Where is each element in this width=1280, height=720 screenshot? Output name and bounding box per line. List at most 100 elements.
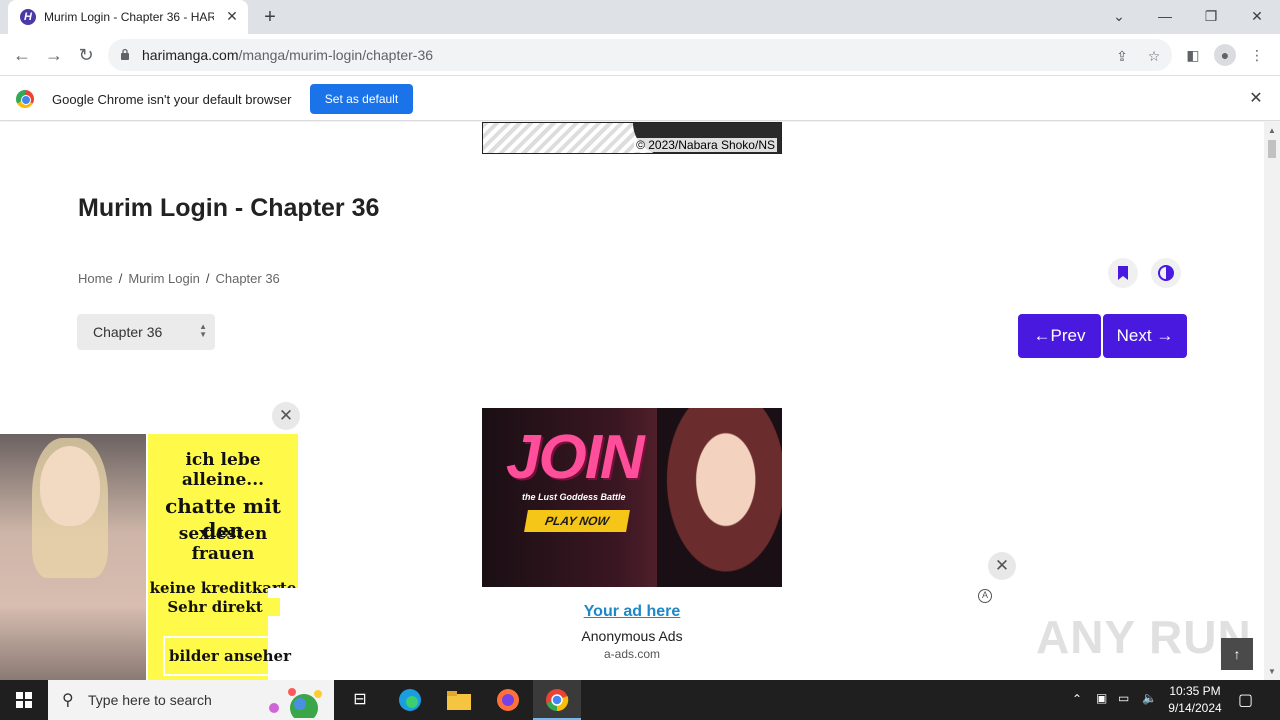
default-browser-infobar: Google Chrome isn't your default browser… xyxy=(0,77,1280,121)
ad-view-pictures-button[interactable]: bilder anseher xyxy=(163,636,298,676)
windows-taskbar: ⚲ Type here to search ⊟ ⌃ ▣ ▭ 🔈 10:35 PM… xyxy=(0,680,1280,720)
ad-photo-face xyxy=(40,446,100,526)
your-ad-here-link[interactable]: Your ad here xyxy=(482,603,782,621)
tab-search-icon[interactable]: ⌄ xyxy=(1104,4,1134,28)
left-popup-ad[interactable]: ich lebe alleine... chatte mit den sexie… xyxy=(0,434,298,680)
bookmark-icon xyxy=(1118,266,1128,280)
breadcrumb: Home / Murim Login / Chapter 36 xyxy=(78,271,280,286)
search-highlight-icon xyxy=(269,688,322,718)
url-domain: harimanga.com xyxy=(142,47,239,63)
chrome-icon xyxy=(546,689,569,712)
ad-tagline: the Lust Goddess Battle xyxy=(522,492,626,502)
tab-strip: H Murim Login - Chapter 36 - HARIMANGA ✕… xyxy=(0,0,1280,34)
firefox-icon xyxy=(497,689,519,711)
ad-play-now-button[interactable]: PLAY NOW xyxy=(524,510,630,532)
minimize-icon[interactable]: — xyxy=(1150,4,1180,28)
anyrun-watermark: ANY RUN xyxy=(1036,611,1252,663)
url-text: harimanga.com/manga/murim-login/chapter-… xyxy=(142,47,433,63)
search-icon: ⚲ xyxy=(62,692,74,709)
prev-label: Prev xyxy=(1050,326,1086,345)
window-close-icon[interactable]: ✕ xyxy=(1242,4,1272,28)
task-view-button[interactable]: ⊟ xyxy=(336,680,384,720)
ad-domain-label: a-ads.com xyxy=(603,647,661,661)
bookmark-button[interactable] xyxy=(1108,258,1138,288)
ad-text-line-3: sexiesten frauen xyxy=(178,524,268,564)
arrow-right-icon: → xyxy=(1156,326,1174,345)
ad-info-icon[interactable]: A xyxy=(978,589,992,603)
clock-time: 10:35 PM xyxy=(1169,684,1221,698)
set-default-button[interactable]: Set as default xyxy=(310,84,413,114)
profile-icon[interactable]: ● xyxy=(1214,44,1236,66)
new-tab-icon[interactable]: + xyxy=(258,6,282,30)
breadcrumb-series[interactable]: Murim Login xyxy=(128,271,200,286)
reload-icon[interactable]: ↻ xyxy=(74,43,98,67)
chrome-taskbar-button[interactable] xyxy=(533,680,581,720)
browser-tab[interactable]: H Murim Login - Chapter 36 - HARIMANGA ✕ xyxy=(8,0,248,34)
ad-close-icon[interactable]: ✕ xyxy=(988,552,1016,580)
breadcrumb-separator: / xyxy=(118,271,123,286)
arrow-left-icon: ← xyxy=(1033,326,1051,345)
clock-date: 9/14/2024 xyxy=(1168,701,1222,715)
breadcrumb-separator: / xyxy=(205,271,210,286)
file-explorer-taskbar-button[interactable] xyxy=(435,680,483,720)
scroll-to-top-button[interactable]: ↑ xyxy=(1221,638,1253,670)
ad-character-image xyxy=(657,408,782,587)
arrow-up-icon: ↑ xyxy=(1233,646,1241,662)
select-arrows-icon: ▲ ▼ xyxy=(199,322,207,339)
browser-toolbar: ← → ↻ harimanga.com/manga/murim-login/ch… xyxy=(0,34,1280,76)
prev-chapter-button[interactable]: ←Prev xyxy=(1018,314,1101,358)
tray-chevron-icon[interactable]: ⌃ xyxy=(1072,692,1082,706)
url-path: /manga/murim-login/chapter-36 xyxy=(238,47,434,63)
volume-icon[interactable]: 🔈 xyxy=(1142,691,1157,705)
ad-network-label: Anonymous Ads xyxy=(581,628,683,644)
site-favicon-icon: H xyxy=(20,9,36,25)
lock-icon xyxy=(121,48,129,60)
dark-mode-toggle[interactable] xyxy=(1151,258,1181,288)
side-panel-icon[interactable]: ◧ xyxy=(1182,44,1204,66)
search-placeholder: Type here to search xyxy=(88,692,212,708)
back-icon[interactable]: ← xyxy=(10,43,34,67)
share-icon[interactable]: ⇪ xyxy=(1112,46,1132,66)
ad-headline: JOIN xyxy=(506,423,645,492)
folder-icon xyxy=(447,691,471,710)
restore-icon[interactable]: ❐ xyxy=(1196,4,1226,28)
breadcrumb-chapter: Chapter 36 xyxy=(215,271,280,286)
taskbar-search-box[interactable]: ⚲ Type here to search xyxy=(48,680,334,720)
scroll-up-icon[interactable]: ▲ xyxy=(1268,126,1276,135)
edge-icon xyxy=(399,689,421,711)
ad-text-line-1: ich lebe alleine... xyxy=(181,450,265,490)
page-content: © 2023/Nabara Shoko/NS Murim Login - Cha… xyxy=(0,122,1264,680)
windows-logo-icon xyxy=(16,692,32,708)
next-label: Next xyxy=(1116,326,1152,345)
manga-banner-image: © 2023/Nabara Shoko/NS xyxy=(482,122,782,154)
battery-icon[interactable]: ▣ xyxy=(1096,691,1107,705)
forward-icon[interactable]: → xyxy=(42,43,66,67)
address-bar[interactable]: harimanga.com/manga/murim-login/chapter-… xyxy=(108,39,1172,71)
bookmark-star-icon[interactable]: ☆ xyxy=(1144,46,1164,66)
start-button[interactable] xyxy=(0,680,48,720)
breadcrumb-home[interactable]: Home xyxy=(78,271,113,286)
page-scrollbar[interactable]: ▲ ▼ xyxy=(1264,122,1280,680)
menu-icon[interactable]: ⋮ xyxy=(1246,44,1268,66)
tab-title: Murim Login - Chapter 36 - HARIMANGA xyxy=(44,10,214,24)
firefox-taskbar-button[interactable] xyxy=(484,680,532,720)
tab-close-icon[interactable]: ✕ xyxy=(224,8,240,24)
chapter-select-value: Chapter 36 xyxy=(93,324,163,340)
edge-taskbar-button[interactable] xyxy=(386,680,434,720)
network-icon[interactable]: ▭ xyxy=(1118,691,1129,705)
next-chapter-button[interactable]: Next → xyxy=(1103,314,1187,358)
infobar-close-icon[interactable]: ✕ xyxy=(1246,89,1266,109)
scrollbar-thumb[interactable] xyxy=(1268,140,1276,158)
chapter-select[interactable]: Chapter 36 ▲ ▼ xyxy=(77,314,215,350)
banner-credit: © 2023/Nabara Shoko/NS xyxy=(634,138,777,152)
center-ad-banner[interactable]: JOIN the Lust Goddess Battle PLAY NOW xyxy=(482,408,782,587)
taskbar-clock[interactable]: 10:35 PM 9/14/2024 xyxy=(1160,683,1230,717)
page-title: Murim Login - Chapter 36 xyxy=(78,194,380,222)
scroll-down-icon[interactable]: ▼ xyxy=(1268,667,1276,676)
ad-text-line-5: Sehr direkt xyxy=(150,598,280,616)
left-ad-close-icon[interactable]: ✕ xyxy=(272,402,300,430)
ad-photo xyxy=(0,434,146,680)
task-view-icon: ⊟ xyxy=(353,691,367,708)
notification-icon[interactable]: ▢ xyxy=(1238,690,1253,710)
infobar-message: Google Chrome isn't your default browser xyxy=(52,92,292,107)
